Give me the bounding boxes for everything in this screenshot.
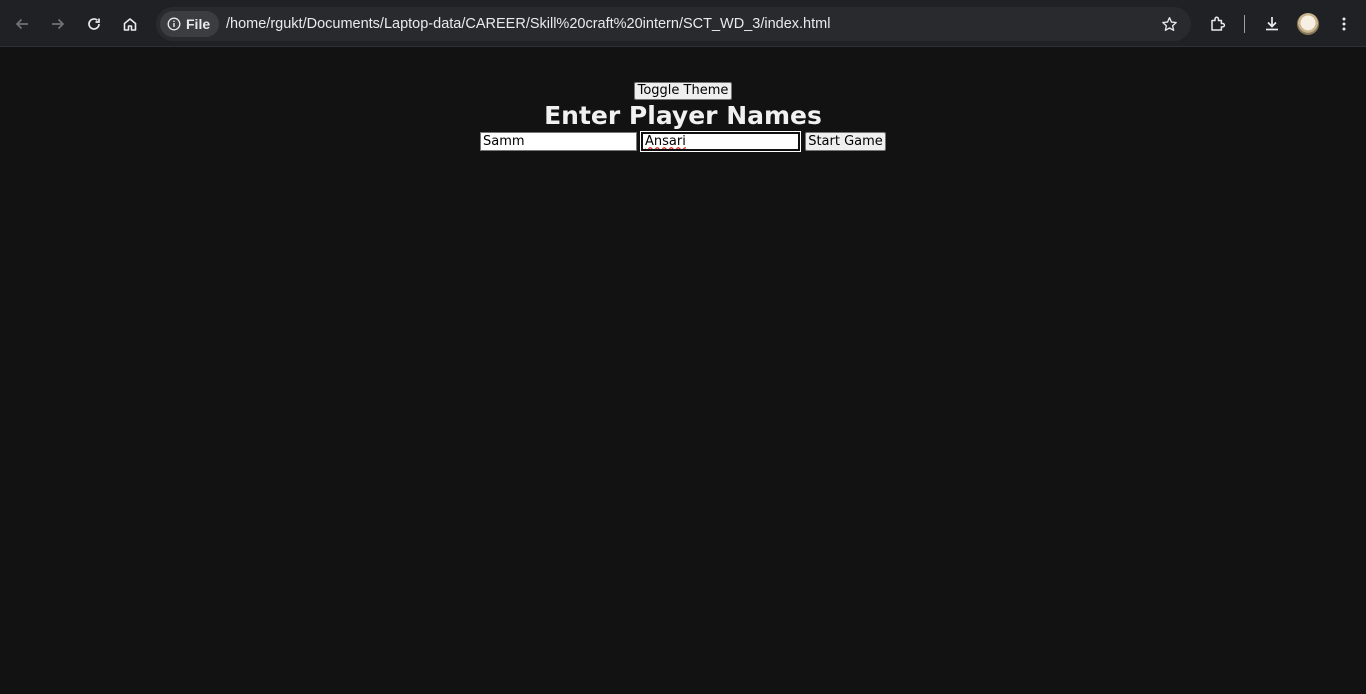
downloads-button[interactable] <box>1256 8 1288 40</box>
toggle-theme-button[interactable]: Toggle Theme <box>634 82 732 100</box>
back-button[interactable] <box>6 8 38 40</box>
player2-name-input[interactable] <box>641 132 800 151</box>
extensions-icon <box>1211 16 1226 31</box>
player1-name-input[interactable] <box>480 132 637 151</box>
back-arrow-icon <box>15 18 28 30</box>
info-icon <box>167 17 181 31</box>
site-info-chip[interactable]: File <box>160 11 220 37</box>
page-content: Toggle Theme Enter Player Names Start Ga… <box>0 48 1366 694</box>
toolbar-divider <box>1244 15 1245 33</box>
extensions-button[interactable] <box>1202 8 1234 40</box>
browser-toolbar: File /home/rgukt/Documents/Laptop-data/C… <box>0 0 1366 47</box>
address-bar[interactable]: File /home/rgukt/Documents/Laptop-data/C… <box>156 7 1191 41</box>
menu-kebab-icon <box>1342 17 1346 31</box>
download-icon <box>1266 17 1278 31</box>
bookmark-button[interactable] <box>1157 12 1181 36</box>
forward-arrow-icon <box>52 18 65 30</box>
browser-menu-button[interactable] <box>1328 8 1360 40</box>
page-title: Enter Player Names <box>544 101 822 130</box>
reload-button[interactable] <box>78 8 110 40</box>
scheme-label: File <box>186 16 211 32</box>
start-game-button[interactable]: Start Game <box>805 132 886 151</box>
home-button[interactable] <box>114 8 146 40</box>
home-icon <box>123 18 137 31</box>
reload-icon <box>88 18 100 30</box>
forward-button[interactable] <box>42 8 74 40</box>
star-icon <box>1161 16 1177 31</box>
avatar[interactable] <box>1297 13 1319 35</box>
url-text[interactable]: /home/rgukt/Documents/Laptop-data/CAREER… <box>226 7 830 41</box>
